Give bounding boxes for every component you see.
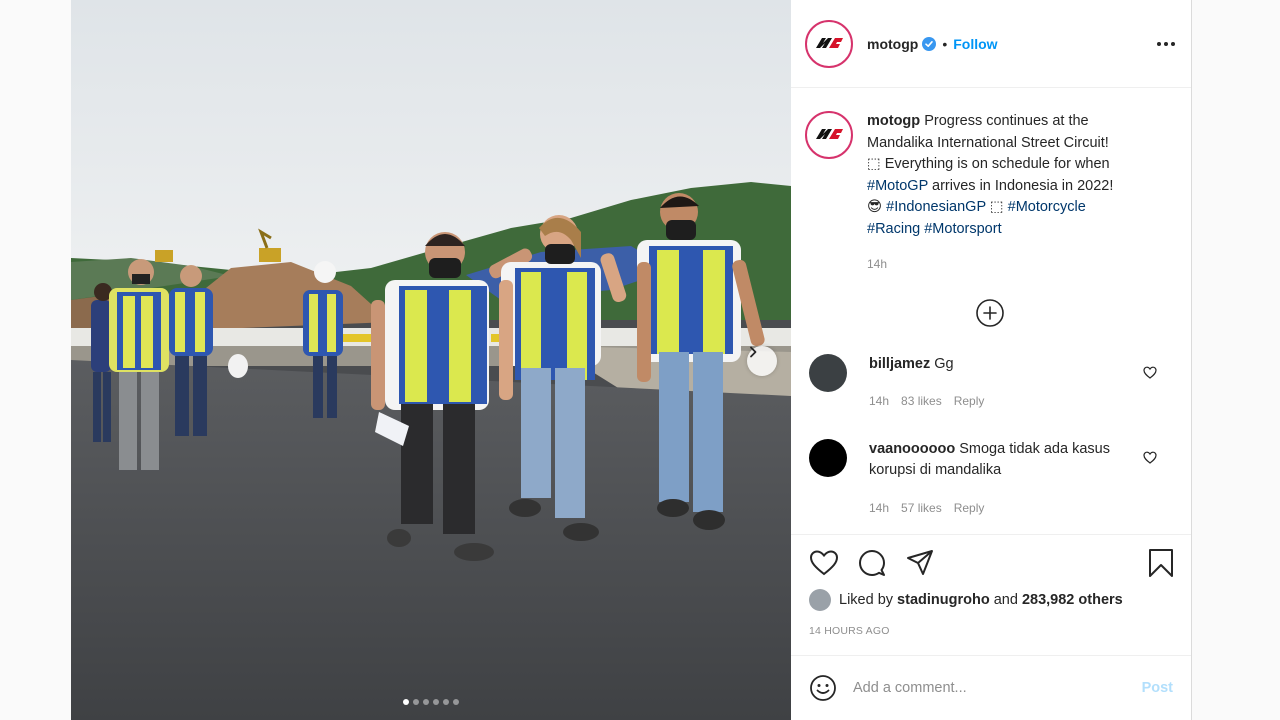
carousel-dot <box>453 699 459 705</box>
commenter-username[interactable]: vaanoooooo <box>869 441 955 457</box>
post-side-panel: motogp • Follow motogp Progress continue… <box>791 0 1192 720</box>
likes-joiner: and <box>993 592 1018 608</box>
emoji-icon[interactable] <box>809 674 837 702</box>
add-comment-bar: Post <box>791 655 1191 720</box>
caption-text: motogp Progress continues at the Mandalik… <box>867 111 1157 276</box>
post-comment-button[interactable]: Post <box>1142 680 1173 696</box>
comment-icon[interactable] <box>857 548 887 578</box>
caption-line: Mandalika International Street Circuit! <box>867 133 1157 155</box>
comment-item: vaanoooooo Smoga tidak ada kasus korupsi… <box>805 438 1175 520</box>
comment-meta: 14h 83 likes Reply <box>869 391 1119 413</box>
caption-line: ⬚ Everything is on schedule for when <box>867 154 1157 176</box>
carousel-dot <box>443 699 449 705</box>
more-icon-dot <box>1171 41 1175 46</box>
verified-icon <box>922 36 937 51</box>
comment-list: billjamez Gg 14h 83 likes Reply vaanoooo… <box>805 353 1175 520</box>
likes-summary: Liked by stadinugroho and 283,982 others <box>809 589 1175 611</box>
comment-time[interactable]: 14h <box>869 391 889 413</box>
carousel-dot <box>423 699 429 705</box>
comment-body: billjamez Gg 14h 83 likes Reply <box>869 354 1119 413</box>
caption-segment: Mandalika International Street Circuit! <box>867 134 1109 151</box>
comment-item: billjamez Gg 14h 83 likes Reply <box>805 353 1175 413</box>
caption-username[interactable]: motogp <box>867 113 920 129</box>
heart-icon[interactable] <box>1143 451 1157 464</box>
chevron-right-icon <box>750 346 757 358</box>
caption-segment: 😎 <box>867 199 887 215</box>
photo-scene <box>71 0 791 720</box>
comment-likes[interactable]: 57 likes <box>901 498 942 520</box>
avatar[interactable] <box>805 19 853 68</box>
comment-time[interactable]: 14h <box>869 498 889 520</box>
post-photo[interactable] <box>71 0 791 720</box>
bookmark-icon[interactable] <box>1147 548 1175 578</box>
carousel-indicator <box>71 699 791 705</box>
liker-username[interactable]: stadinugroho <box>897 592 990 608</box>
header-username[interactable]: motogp <box>867 36 918 52</box>
caption-line: #Racing #Motorsport <box>867 219 1157 241</box>
comment-meta: 14h 57 likes Reply <box>869 498 1119 520</box>
commenter-avatar[interactable] <box>809 438 847 477</box>
comment-body: vaanoooooo Smoga tidak ada kasus korupsi… <box>869 439 1119 520</box>
reply-button[interactable]: Reply <box>954 391 985 413</box>
carousel-dot <box>413 699 419 705</box>
caption-segment: arrives in Indonesia in 2022! <box>928 177 1114 194</box>
caption-segment: Progress continues at the <box>924 113 1089 129</box>
caption-segment: ⬚ <box>985 199 1008 215</box>
comment-likes[interactable]: 83 likes <box>901 391 942 413</box>
post-header: motogp • Follow <box>791 0 1191 88</box>
motogp-logo-icon <box>816 37 843 48</box>
more-options-button[interactable] <box>1157 41 1175 46</box>
header-separator: • <box>942 35 948 52</box>
caption-time: 14h <box>867 257 888 271</box>
more-icon-dot <box>1164 41 1168 46</box>
motogp-logo-icon <box>816 129 843 139</box>
caption-avatar[interactable] <box>805 111 853 159</box>
carousel-dot <box>433 699 439 705</box>
likes-prefix: Liked by <box>839 592 894 608</box>
comment-text: Gg <box>934 355 954 372</box>
reply-button[interactable]: Reply <box>954 498 985 520</box>
likes-count[interactable]: 283,982 others <box>1022 592 1123 608</box>
hashtag-link[interactable]: #Motorcycle <box>1008 199 1086 215</box>
load-more-comments-button[interactable] <box>805 298 1175 328</box>
load-more-icon <box>976 298 1004 327</box>
post-timestamp[interactable]: 14 HOURS AGO <box>809 625 1175 637</box>
more-icon <box>1157 41 1161 46</box>
hashtag-link[interactable]: #Motorsport <box>924 221 1001 237</box>
action-bar <box>809 535 1175 591</box>
post-actions-area: Liked by stadinugroho and 283,982 others… <box>791 534 1191 637</box>
heart-icon[interactable] <box>1143 366 1157 379</box>
liker-avatar[interactable] <box>809 589 831 611</box>
follow-button[interactable]: Follow <box>953 36 997 52</box>
hashtag-link[interactable]: #Racing <box>867 221 920 237</box>
caption-line: motogp Progress continues at the <box>867 111 1157 133</box>
heart-icon[interactable] <box>809 549 839 577</box>
next-photo-button[interactable] <box>747 346 777 376</box>
caption-line: #MotoGP arrives in Indonesia in 2022! <box>867 176 1157 198</box>
comments-section[interactable]: motogp Progress continues at the Mandalik… <box>791 89 1191 534</box>
post-caption: motogp Progress continues at the Mandalik… <box>805 111 1175 276</box>
commenter-avatar[interactable] <box>809 353 847 392</box>
hashtag-link[interactable]: #MotoGP <box>867 178 928 194</box>
caption-segment: ⬚ Everything is on schedule for when <box>867 156 1110 172</box>
instagram-post-page: motogp • Follow motogp Progress continue… <box>0 0 1280 720</box>
comment-input[interactable] <box>853 680 1142 696</box>
commenter-username[interactable]: billjamez <box>869 356 930 372</box>
caption-line: 😎 #IndonesianGP ⬚ #Motorcycle <box>867 197 1157 219</box>
hashtag-link[interactable]: #IndonesianGP <box>886 199 986 215</box>
carousel-dot <box>403 699 409 705</box>
share-icon[interactable] <box>905 548 935 578</box>
